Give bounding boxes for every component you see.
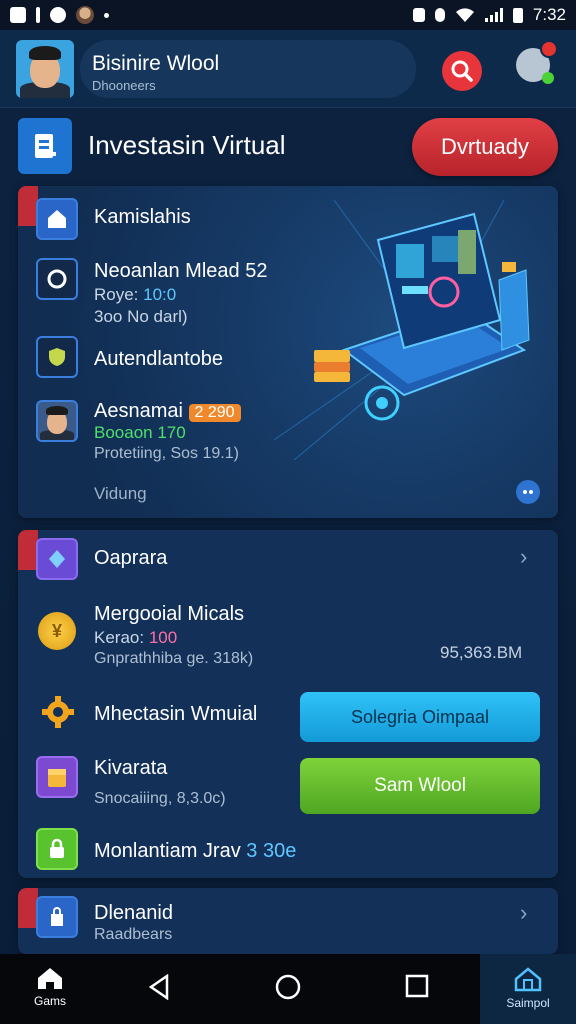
back-button[interactable]	[144, 974, 174, 1000]
card1-item-2-meta: 3oo No darl)	[94, 307, 188, 326]
home-icon	[38, 968, 62, 989]
card2-item-1-label: Oaprara	[94, 547, 168, 569]
page-title: Investasin Virtual	[88, 130, 286, 160]
coin-icon: ¥	[38, 612, 76, 650]
search-button[interactable]	[442, 51, 482, 91]
notification-badge	[540, 40, 558, 58]
card-accent	[18, 186, 38, 226]
section-action-button[interactable]: Dvrtuady	[412, 118, 558, 176]
bag-icon	[36, 896, 78, 938]
select-button[interactable]: Solegria Oimpaal	[300, 692, 540, 742]
circle-icon	[36, 258, 78, 300]
card1-item-4-label: Aesnamai 2 290	[94, 400, 241, 423]
alarm-icon	[434, 8, 445, 22]
home-button[interactable]	[273, 974, 303, 1000]
shield-icon	[36, 336, 78, 378]
lock-icon	[36, 828, 78, 870]
app-header: Bisinire Wlool Dhooneers	[0, 30, 576, 108]
recents-button[interactable]	[402, 974, 432, 998]
house-outline-icon	[514, 967, 542, 992]
card1-item-2-rate: Roye: 10:0	[94, 285, 177, 304]
chevron-right-icon[interactable]: ›	[520, 544, 527, 570]
card3-subtitle: Raadbears	[94, 926, 173, 943]
divider-icon	[36, 7, 40, 23]
nav-home[interactable]: Gams	[18, 966, 82, 1008]
clock: 7:32	[532, 5, 566, 24]
app-notification-icon	[10, 7, 26, 23]
card1-item-3-label: Autendlantobe	[94, 348, 224, 370]
balance-amount: 95,363.BM	[440, 643, 523, 662]
card2-item-3-label: Mhectasin Wmuial	[94, 703, 258, 725]
back-icon	[148, 974, 169, 1000]
document-icon	[18, 118, 72, 174]
search-icon	[451, 60, 473, 82]
header-title: Bisinire Wlool	[92, 52, 220, 75]
square-icon	[405, 974, 429, 998]
card-accent	[18, 530, 38, 570]
amount-badge: 2 290	[188, 404, 241, 422]
box-icon	[36, 756, 78, 798]
status-bar: 7:32	[0, 0, 576, 30]
card1-item-4-balance: Booaon 170	[94, 423, 186, 442]
gem-icon	[36, 538, 78, 580]
card2-item-2-label: Mergooial Micals	[94, 603, 245, 625]
gear-icon	[38, 692, 78, 732]
user-avatar[interactable]	[16, 40, 74, 98]
card1-item-1-label: Kamislahis	[94, 206, 191, 228]
wifi-icon	[455, 8, 474, 22]
circle-home-icon	[275, 974, 301, 1000]
contact-avatar-icon	[76, 6, 94, 24]
user-avatar-small	[36, 400, 78, 442]
card1-footer-label[interactable]: Vidung	[94, 484, 147, 504]
card2-item-2-meta: Gnprathhiba ge. 318k)	[94, 650, 254, 667]
dots-icon	[523, 490, 533, 494]
v-app-icon	[50, 7, 66, 23]
notifications-avatar[interactable]	[516, 40, 558, 84]
nav-home-label: Gams	[33, 994, 66, 1008]
house-icon	[36, 198, 78, 240]
more-button[interactable]	[516, 480, 540, 504]
card3-title: Dlenanid	[94, 902, 173, 924]
card1-item-2-label: Neoanlan Mlead 52	[94, 260, 268, 282]
battery-icon	[512, 7, 523, 23]
more-notifications-icon	[104, 12, 109, 18]
header-subtitle: Dhooneers	[92, 78, 156, 93]
online-indicator	[542, 72, 554, 84]
card2-item-4-label: Kivarata	[94, 757, 168, 779]
nav-saved-label: Saimpol	[506, 996, 550, 1010]
card2-item-4-meta: Snocaiiing, 8,3.0c)	[94, 790, 226, 807]
chevron-right-icon[interactable]: ›	[520, 900, 527, 926]
nfc-icon	[412, 8, 425, 22]
save-button[interactable]: Sam Wlool	[300, 758, 540, 814]
card2-item-5-label: Monlantiam Jrav 3 30e	[94, 840, 297, 862]
card1-item-4-meta: Protetiing, Sos 19.1)	[94, 445, 239, 462]
signal-icon	[484, 8, 503, 22]
card-accent	[18, 888, 38, 928]
card2-item-2-rate: Kerao: 100	[94, 628, 178, 647]
laptop-illustration	[274, 200, 530, 460]
nav-saved[interactable]: Saimpol	[490, 966, 566, 1010]
bottom-navigation: Gams Saimpol	[0, 954, 576, 1024]
